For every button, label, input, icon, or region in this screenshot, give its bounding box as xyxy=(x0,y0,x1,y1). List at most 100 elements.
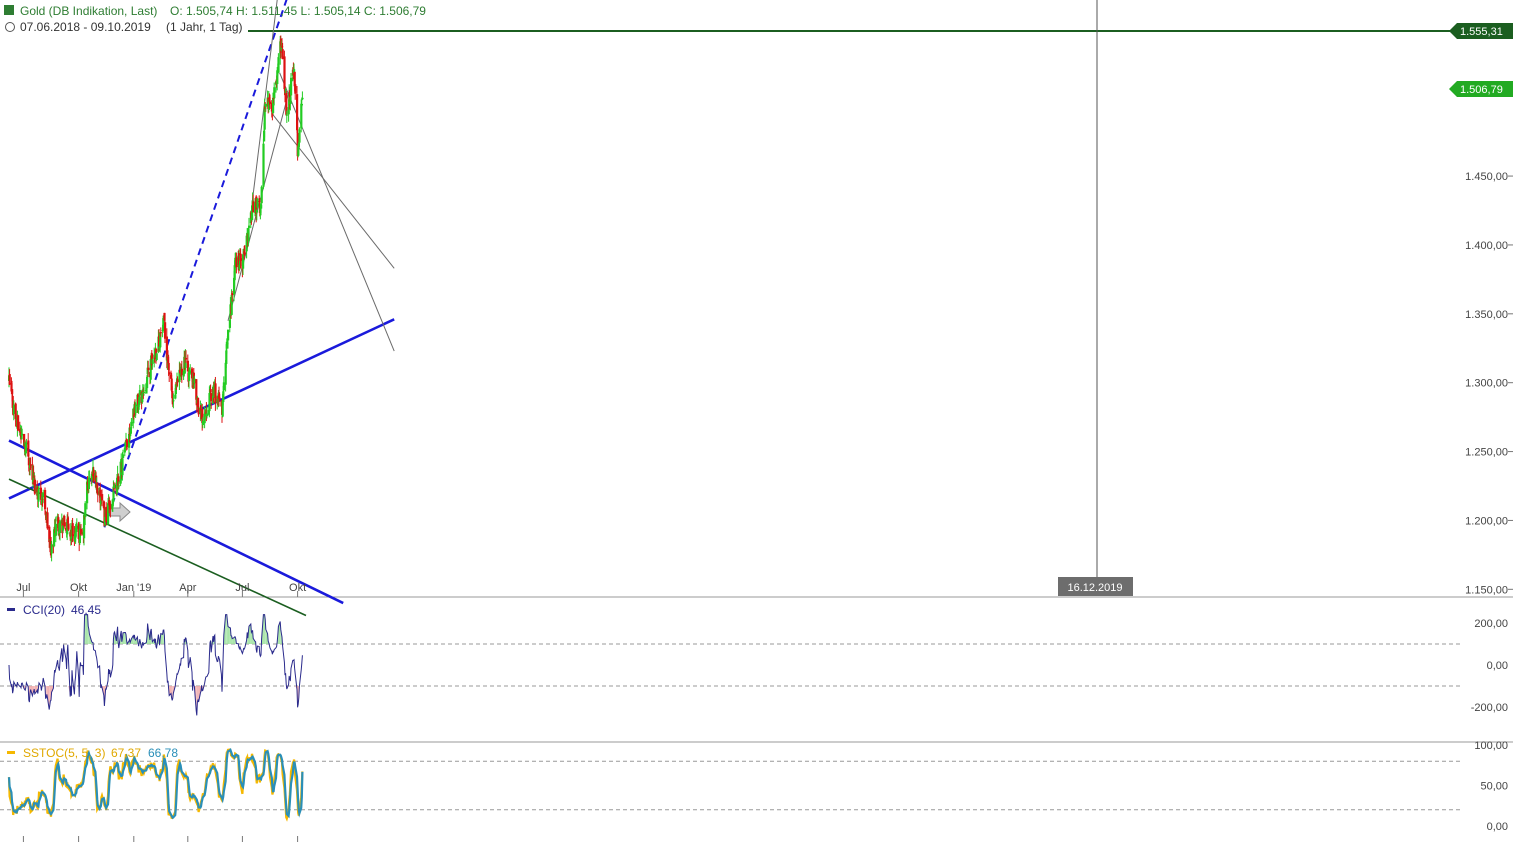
candle xyxy=(44,487,47,515)
candle-body xyxy=(298,129,301,143)
instrument-title: Gold (DB Indikation, Last) xyxy=(20,4,157,18)
candle-body xyxy=(255,210,258,213)
candle xyxy=(262,138,265,190)
candle-body xyxy=(218,397,221,400)
candle-body xyxy=(164,322,167,339)
x-tick-label: Apr xyxy=(179,582,196,594)
cci-overbought-fill xyxy=(85,614,87,644)
cci-overbought-fill xyxy=(264,614,265,644)
candle-body xyxy=(283,56,286,90)
candle-body xyxy=(151,359,154,364)
candle-body xyxy=(197,397,200,408)
last-price-badge: 1.506,79 xyxy=(1449,81,1513,97)
candle-body xyxy=(122,454,125,459)
x-tick-label: Jul xyxy=(235,582,249,594)
cci-legend-swatch xyxy=(7,608,15,611)
candle-body xyxy=(301,97,304,100)
candle xyxy=(27,433,30,457)
stoch-d-value: 66,78 xyxy=(148,746,178,760)
date-range: 07.06.2018 - 09.10.2019 xyxy=(20,20,151,34)
period-label: (1 Jahr, 1 Tag) xyxy=(166,20,243,34)
stoch-d-line xyxy=(7,748,304,820)
candle-body xyxy=(155,353,158,361)
candle xyxy=(17,414,20,432)
candle-body xyxy=(285,114,288,116)
candle-body xyxy=(300,104,303,106)
y-tick-label: 1.300,00 xyxy=(1465,378,1508,390)
ohlc-readout: O: 1.505,74 H: 1.511,45 L: 1.505,14 C: 1… xyxy=(170,4,426,18)
candle-body xyxy=(300,103,303,129)
chart-header: Gold (DB Indikation, Last) O: 1.505,74 H… xyxy=(4,4,426,34)
candle-body xyxy=(44,489,47,510)
candle-body xyxy=(248,225,251,228)
x-tick-label: Jul xyxy=(16,582,30,594)
trendline-layer xyxy=(8,0,1450,617)
stoch-k-value: 67,37 xyxy=(111,746,141,760)
candle-body xyxy=(121,459,124,476)
candle-body xyxy=(159,332,162,334)
stoch-tick-label: 100,00 xyxy=(1474,740,1508,752)
crosshair-date: 16.12.2019 xyxy=(1067,582,1122,594)
candle-body xyxy=(147,367,150,371)
candle-body xyxy=(172,400,175,402)
candle-body xyxy=(188,373,191,375)
cci-tick-label: 200,00 xyxy=(1474,618,1508,630)
chart-window: Jul Okt Jan '19 Apr Jul Okt 1.150,00 1.200,00 1.… xyxy=(0,0,1513,842)
candle-body xyxy=(8,374,11,385)
x-tick-label: Okt xyxy=(70,582,87,594)
candle-body xyxy=(209,389,212,393)
candle-body xyxy=(273,87,276,99)
chart-canvas[interactable]: Jul Okt Jan '19 Apr Jul Okt 1.150,00 1.200,00 1.… xyxy=(0,0,1513,842)
candle xyxy=(256,198,259,209)
stoch-tick-label: 0,00 xyxy=(1487,821,1508,833)
cci-overbought-fill xyxy=(226,614,227,644)
candle-body xyxy=(294,84,297,94)
candle-body xyxy=(297,142,300,148)
cci-panel[interactable] xyxy=(0,614,1460,716)
candle-body xyxy=(17,415,20,431)
crosshair-date-badge: 16.12.2019 xyxy=(1058,577,1133,596)
candle-body xyxy=(129,427,132,434)
candle-body xyxy=(117,485,120,487)
stoch-legend-label: SSTOC(5, 5, 3) xyxy=(23,746,105,760)
candle-body xyxy=(46,512,49,529)
x-tick-label: Okt xyxy=(289,582,306,594)
resistance-value: 1.555,31 xyxy=(1460,26,1503,38)
stochastic-panel[interactable] xyxy=(0,748,1460,822)
candle-body xyxy=(264,103,267,107)
y-tick-label: 1.200,00 xyxy=(1465,515,1508,527)
cci-tick-label: 0,00 xyxy=(1487,660,1508,672)
y-tick-label: 1.450,00 xyxy=(1465,171,1508,183)
candle-body xyxy=(227,329,230,341)
candle xyxy=(298,127,301,144)
candle-body xyxy=(290,77,293,96)
candle xyxy=(283,50,286,92)
candle-layer[interactable] xyxy=(8,35,304,562)
cci-legend-label: CCI(20) xyxy=(23,603,65,617)
resistance-badge: 1.555,31 xyxy=(1449,23,1513,39)
y-tick-label: 1.250,00 xyxy=(1465,447,1508,459)
candle-body xyxy=(63,515,66,527)
candle-body xyxy=(260,186,263,204)
y-tick-label: 1.150,00 xyxy=(1465,584,1508,596)
cci-overbought-fill xyxy=(228,626,230,644)
candle xyxy=(301,91,304,101)
candle-body xyxy=(168,372,171,375)
candle-body xyxy=(243,252,246,254)
x-tick-label: Jan '19 xyxy=(116,582,151,594)
trendline xyxy=(272,113,395,269)
candle xyxy=(155,352,158,362)
cci-legend: CCI(20) 46,45 xyxy=(7,603,101,617)
stoch-tick-label: 50,00 xyxy=(1480,781,1508,793)
last-price-value: 1.506,79 xyxy=(1460,84,1503,96)
candle-body xyxy=(67,523,70,530)
candle-body xyxy=(84,503,87,518)
candle-body xyxy=(256,198,259,208)
trendline xyxy=(103,0,288,528)
candle-body xyxy=(277,57,280,73)
candle-body xyxy=(296,94,299,131)
cci-line xyxy=(8,614,303,716)
y-tick-label: 1.350,00 xyxy=(1465,309,1508,321)
candle-body xyxy=(101,494,104,501)
stoch-legend: SSTOC(5, 5, 3) 67,37 66,78 xyxy=(7,746,178,760)
